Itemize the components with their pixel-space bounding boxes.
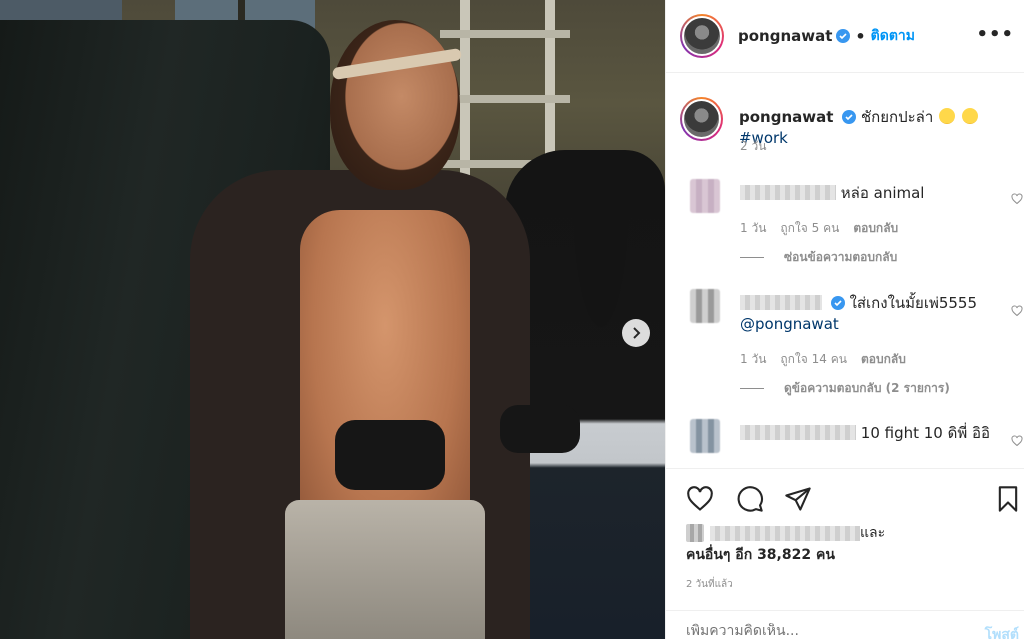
like-heart-icon[interactable] xyxy=(686,485,714,513)
comment-text: ใส่เกงในมั้ยเพ่5555 xyxy=(849,294,978,312)
comments-list: pongnawat ชักยกปะล่า #work 2 วัน หล่อ an… xyxy=(666,73,1024,468)
comment-time: 1 วัน xyxy=(740,352,767,366)
separator-dot: • xyxy=(855,26,866,46)
grin-emoji-icon xyxy=(961,108,978,124)
carousel-next-button[interactable] xyxy=(622,319,650,347)
reply-button[interactable]: ตอบกลับ xyxy=(853,219,898,238)
post-sidebar: pongnawat • ติดตาม ••• pongnawat ชักยกปะ… xyxy=(665,0,1024,639)
caption-avatar[interactable] xyxy=(680,97,723,141)
follow-button[interactable]: ติดตาม xyxy=(871,25,915,47)
chevron-right-icon xyxy=(633,327,641,339)
view-replies[interactable]: ดูข้อความตอบกลับ (2 รายการ) xyxy=(740,379,950,398)
likes-count[interactable]: คนอื่นๆ อีก 38,822 คน xyxy=(686,547,835,563)
comment-text: หล่อ animal xyxy=(840,184,925,202)
author-avatar[interactable] xyxy=(680,14,724,58)
post-caption: pongnawat ชักยกปะล่า #work xyxy=(680,97,1024,147)
replies-label: ซ่อนข้อความตอบกลับ xyxy=(784,250,898,264)
caption-text: ชักยกปะล่า xyxy=(860,108,934,126)
comment-time: 1 วัน xyxy=(740,221,767,235)
hand-wrap-right xyxy=(500,405,580,453)
person-pants xyxy=(285,500,485,639)
comment-input[interactable] xyxy=(686,623,946,639)
caption-username[interactable]: pongnawat xyxy=(739,108,833,126)
post-header: pongnawat • ติดตาม ••• xyxy=(666,0,1024,73)
post-photo xyxy=(0,0,665,639)
commenter-name-blurred[interactable] xyxy=(740,295,822,310)
commenter-name-blurred[interactable] xyxy=(740,425,856,440)
verified-badge-icon xyxy=(842,110,857,124)
comment-like-icon[interactable] xyxy=(1011,305,1023,317)
comment-likes[interactable]: ถูกใจ 5 คน xyxy=(780,219,839,238)
comment-mention[interactable]: @pongnawat xyxy=(740,315,839,333)
laughing-emoji-icon xyxy=(939,108,956,124)
author-username[interactable]: pongnawat xyxy=(738,27,832,45)
commenter-name-blurred[interactable] xyxy=(740,185,836,200)
caption-time: 2 วัน xyxy=(740,139,767,153)
post-actions xyxy=(666,468,1024,530)
comment-bubble-icon[interactable] xyxy=(736,485,764,513)
add-comment-bar: โพสต์ xyxy=(666,610,1024,639)
person-torso xyxy=(300,210,470,540)
comment-like-icon[interactable] xyxy=(1011,435,1023,447)
likes-summary[interactable]: และ คนอื่นๆ อีก 38,822 คน xyxy=(686,522,885,566)
likes-and: และ xyxy=(860,525,886,541)
verified-badge-icon xyxy=(836,29,851,43)
verified-badge-icon xyxy=(830,296,845,310)
liker-avatar xyxy=(686,524,704,542)
commenter-avatar[interactable] xyxy=(690,419,720,453)
post-time: 2 วันที่แล้ว xyxy=(686,579,733,590)
comment-text: 10 fight 10 ดิพี่ อิอิ xyxy=(860,424,991,442)
share-send-icon[interactable] xyxy=(784,485,812,513)
comment-likes[interactable]: ถูกใจ 14 คน xyxy=(780,350,847,369)
more-options-icon[interactable]: ••• xyxy=(976,24,1014,45)
post-comment-button[interactable]: โพสต์ xyxy=(985,624,1019,639)
commenter-avatar[interactable] xyxy=(690,289,720,323)
liker-name-blurred[interactable] xyxy=(710,525,860,541)
hand-wrap-left xyxy=(335,420,445,490)
commenter-avatar[interactable] xyxy=(690,179,720,213)
bookmark-icon[interactable] xyxy=(994,485,1022,513)
replies-label: ดูข้อความตอบกลับ (2 รายการ) xyxy=(784,381,950,395)
toggle-replies[interactable]: ซ่อนข้อความตอบกลับ xyxy=(740,248,897,267)
person-head xyxy=(330,20,460,190)
reply-button[interactable]: ตอบกลับ xyxy=(861,350,906,369)
comment-like-icon[interactable] xyxy=(1011,193,1023,205)
